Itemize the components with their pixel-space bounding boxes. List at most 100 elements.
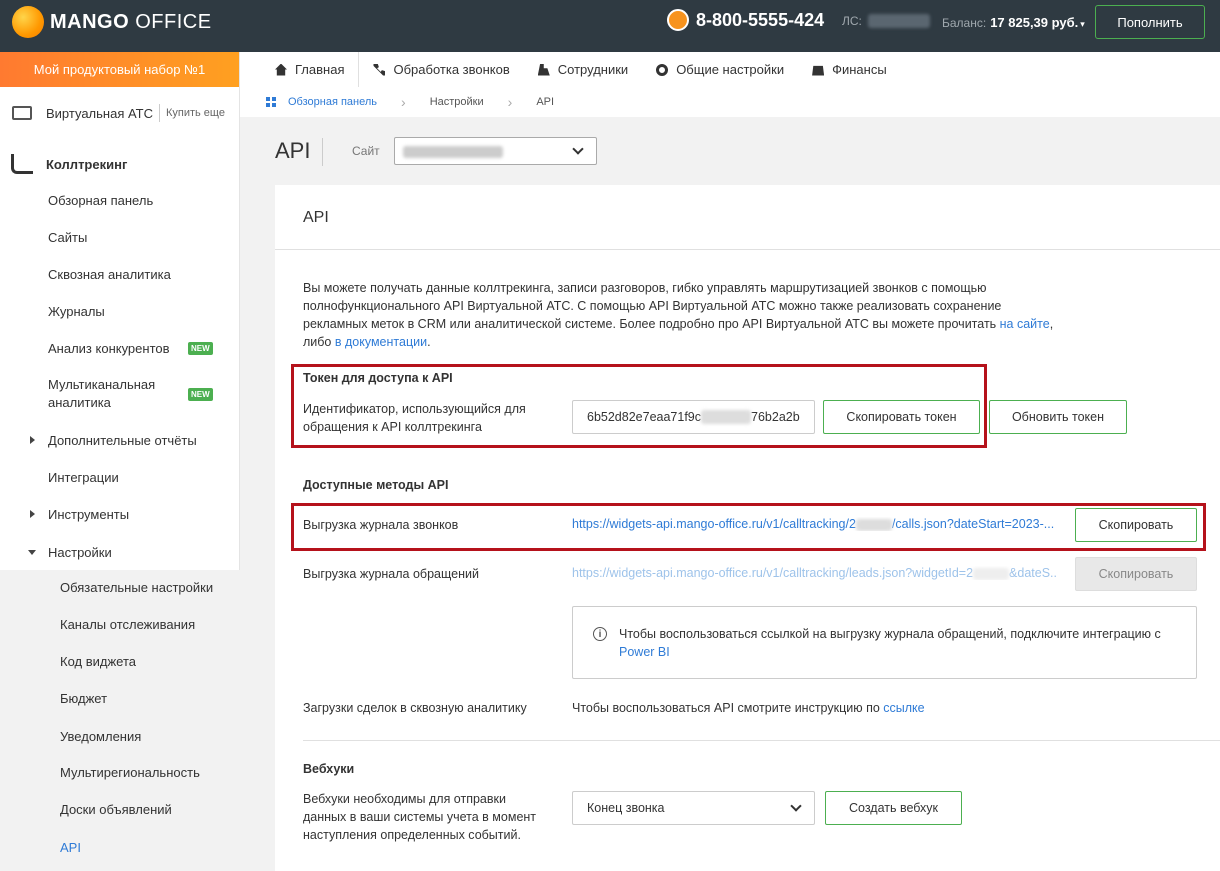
sidebar-item-vats[interactable]: Виртуальная АТС [46, 106, 153, 121]
topup-button[interactable]: Пополнить [1095, 5, 1205, 39]
calltracking-icon [11, 154, 33, 174]
url-text: &dateS... [1009, 566, 1057, 580]
copy-leads-url-button[interactable]: Скопировать [1075, 557, 1197, 591]
create-webhook-button[interactable]: Создать вебхук [825, 791, 962, 825]
chevron-right-icon: › [401, 94, 406, 110]
product-set-button[interactable]: Мой продуктовый набор №1 [0, 52, 239, 87]
sidebar-item-e2e-analytics[interactable]: Сквозная аналитика [0, 264, 240, 284]
deals-text: Чтобы воспользоваться API смотрите инстр… [572, 701, 884, 715]
ls-label: ЛС: [842, 14, 862, 28]
sidebar-item-label: Анализ конкурентов [48, 340, 170, 356]
sidebar-vats-row: Виртуальная АТС Купить еще [0, 96, 240, 130]
refresh-token-button[interactable]: Обновить токен [989, 400, 1127, 434]
info-text: Чтобы воспользоваться ссылкой на выгрузк… [619, 625, 1189, 661]
power-bi-link[interactable]: Power BI [619, 645, 670, 659]
token-value-end: 76b2a2b [751, 410, 800, 424]
token-value: 6b52d82e7eaa71f9c [587, 410, 702, 424]
new-badge: NEW [188, 341, 213, 355]
sidebar-item-budget[interactable]: Бюджет [60, 691, 107, 706]
url-text: https://widgets-api.mango-office.ru/v1/c… [572, 517, 856, 531]
description-text: Вы можете получать данные коллтрекинга, … [303, 281, 1002, 331]
sidebar-item-label: Настройки [48, 544, 112, 560]
section-title: Коллтрекинг [46, 156, 128, 172]
deals-label: Загрузки сделок в сквозную аналитику [303, 701, 527, 715]
breadcrumb-dashboard[interactable]: Обзорная панель [288, 96, 377, 108]
nav-staff[interactable]: Сотрудники [524, 52, 642, 87]
calls-export-label: Выгрузка журнала звонков [303, 518, 459, 532]
top-bar: MANGO OFFICE 8-800-5555-424 ЛС: Баланс: 1… [0, 0, 1220, 52]
sidebar-item-multichannel[interactable]: Мультиканальная аналитика NEW [0, 376, 240, 412]
nav-label: Общие настройки [676, 62, 785, 77]
nav-label: Главная [295, 62, 345, 77]
sidebar-item-required-settings[interactable]: Обязательные настройки [60, 580, 213, 595]
sidebar-item-multiregion[interactable]: Мультирегиональность [60, 765, 200, 780]
site-link[interactable]: на сайте [1000, 317, 1050, 331]
sidebar-item-widget-code[interactable]: Код виджета [60, 654, 136, 669]
sidebar-item-competitors[interactable]: Анализ конкурентов NEW [0, 338, 240, 358]
webhooks-section-title: Вебхуки [303, 762, 355, 776]
sidebar-item-sites[interactable]: Сайты [0, 227, 240, 247]
leads-export-label: Выгрузка журнала обращений [303, 567, 479, 581]
nav-label: Обработка звонков [393, 62, 510, 77]
info-notice: i Чтобы воспользоваться ссылкой на выгру… [572, 606, 1197, 679]
sidebar-item-ad-boards[interactable]: Доски объявлений [60, 802, 172, 817]
token-redacted [701, 410, 752, 424]
info-icon: i [593, 627, 607, 641]
sidebar-item-api[interactable]: API [60, 840, 81, 855]
site-select[interactable] [394, 137, 597, 165]
phone-station-icon [12, 106, 32, 120]
webhook-event-select[interactable]: Конец звонка [572, 791, 815, 825]
nav-home[interactable]: Главная [240, 52, 360, 87]
copy-calls-url-button[interactable]: Скопировать [1075, 508, 1197, 542]
site-label: Сайт [352, 144, 380, 158]
expand-arrow-icon [30, 510, 35, 518]
breadcrumb-settings[interactable]: Настройки [430, 96, 484, 108]
nav-settings[interactable]: Общие настройки [642, 52, 798, 87]
sidebar-item-extra-reports[interactable]: Дополнительные отчёты [0, 430, 240, 450]
token-label: Идентификатор, использующийся для обраще… [303, 402, 526, 434]
token-section-title: Токен для доступа к API [303, 371, 453, 385]
balance-value: 17 825,39 руб. [990, 15, 1079, 30]
buy-more-link[interactable]: Купить еще [166, 107, 225, 119]
sidebar: Мой продуктовый набор №1 Виртуальная АТС… [0, 52, 240, 871]
info-message: Чтобы воспользоваться ссылкой на выгрузк… [619, 627, 1161, 641]
main-nav: Главная Обработка звонков Сотрудники Общ… [240, 52, 1220, 87]
copy-token-button[interactable]: Скопировать токен [823, 400, 980, 434]
nav-label: Финансы [832, 62, 887, 77]
token-field[interactable]: 6b52d82e7eaa71f9c 76b2a2b [572, 400, 815, 434]
sidebar-item-label: Сайты [48, 229, 88, 245]
breadcrumb-current: API [536, 96, 555, 108]
sidebar-item-dashboard[interactable]: Обзорная панель [0, 190, 240, 210]
sidebar-item-label: Мультиканальная аналитика [48, 377, 156, 410]
chevron-down-icon: ▾ [1080, 19, 1085, 29]
balance[interactable]: Баланс: 17 825,39 руб. ▾ [942, 15, 1085, 30]
nav-label: Сотрудники [557, 62, 629, 77]
mango-office-logo[interactable]: MANGO OFFICE [12, 6, 212, 38]
description-text: . [427, 335, 431, 349]
chevron-right-icon: › [507, 94, 513, 110]
methods-section-title: Доступные методы API [303, 478, 449, 492]
sidebar-item-label: Интеграции [48, 469, 119, 485]
settings-submenu: Обязательные настройки Каналы отслеживан… [0, 570, 240, 871]
sidebar-item-settings[interactable]: Настройки [0, 542, 240, 562]
calls-export-url[interactable]: https://widgets-api.mango-office.ru/v1/c… [572, 517, 1057, 531]
divider [275, 249, 1220, 250]
sidebar-item-tools[interactable]: Инструменты [0, 504, 240, 524]
gear-icon [656, 63, 669, 76]
sidebar-item-journals[interactable]: Журналы [0, 301, 240, 321]
sidebar-item-notifications[interactable]: Уведомления [60, 729, 141, 744]
sidebar-item-integrations[interactable]: Интеграции [0, 467, 240, 487]
sidebar-item-channels[interactable]: Каналы отслеживания [60, 617, 195, 632]
site-value-redacted [403, 146, 503, 158]
docs-link[interactable]: в документации [335, 335, 427, 349]
card-title: API [303, 209, 329, 226]
leads-export-url: https://widgets-api.mango-office.ru/v1/c… [572, 566, 1057, 580]
sidebar-section-calltracking[interactable]: Коллтрекинг [0, 152, 240, 176]
instruction-link[interactable]: ссылке [883, 701, 924, 715]
nav-finance[interactable]: Финансы [798, 52, 901, 87]
api-description: Вы можете получать данные коллтрекинга, … [303, 279, 1063, 351]
nav-calls[interactable]: Обработка звонков [359, 52, 523, 87]
divider [322, 138, 323, 166]
sidebar-item-label: Журналы [48, 303, 105, 319]
headset-icon [667, 9, 689, 31]
